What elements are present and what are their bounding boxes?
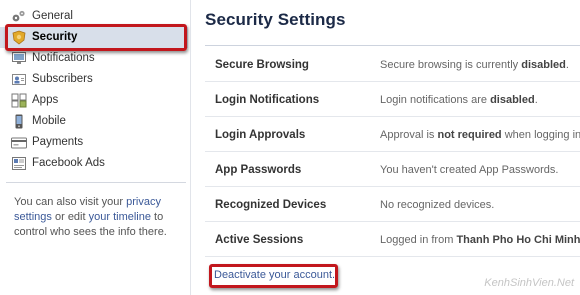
setting-name: App Passwords xyxy=(215,164,302,176)
settings-row-app-passwords[interactable]: App Passwords You haven't created App Pa… xyxy=(205,152,580,187)
settings-row-login-notifications[interactable]: Login Notifications Login notifications … xyxy=(205,82,580,117)
sidebar-item-label: General xyxy=(32,10,73,22)
sidebar-item-apps[interactable]: Apps xyxy=(0,90,188,111)
subscribers-icon xyxy=(11,72,27,87)
gears-icon xyxy=(11,9,27,24)
setting-name: Recognized Devices xyxy=(215,199,327,211)
watermark: KenhSinhVien.Net xyxy=(484,277,574,289)
row-divider xyxy=(205,256,580,257)
sidebar-item-label: Mobile xyxy=(32,115,66,127)
timeline-link[interactable]: your timeline xyxy=(89,211,151,223)
sidebar-item-label: Facebook Ads xyxy=(32,157,105,169)
sidebar-item-label: Apps xyxy=(32,94,59,106)
page-title: Security Settings xyxy=(205,10,346,29)
privacy-note-middle: or edit xyxy=(51,211,89,223)
setting-name: Active Sessions xyxy=(215,234,304,246)
sidebar-item-notifications[interactable]: Notifications xyxy=(0,48,188,69)
setting-name: Login Approvals xyxy=(215,129,306,141)
setting-value: Secure browsing is currently disabled. xyxy=(380,59,569,71)
apps-blocks-icon xyxy=(11,93,27,108)
setting-value: Logged in from Thanh Pho Ho Chi Minh xyxy=(380,234,580,246)
setting-name: Secure Browsing xyxy=(215,59,309,71)
sidebar-divider xyxy=(6,182,186,183)
privacy-note-prefix: You can also visit your xyxy=(14,196,127,208)
sidebar-item-general[interactable]: General xyxy=(0,6,188,27)
settings-row-recognized-devices[interactable]: Recognized Devices No recognized devices… xyxy=(205,187,580,222)
mobile-phone-icon xyxy=(11,114,27,129)
settings-row-login-approvals[interactable]: Login Approvals Approval is not required… xyxy=(205,117,580,152)
sidebar-item-label: Security xyxy=(32,31,78,43)
sidebar-item-label: Subscribers xyxy=(32,73,93,85)
deactivate-account-link[interactable]: Deactivate your account. xyxy=(214,269,335,281)
sidebar-item-mobile[interactable]: Mobile xyxy=(0,111,188,132)
settings-row-secure-browsing[interactable]: Secure Browsing Secure browsing is curre… xyxy=(205,47,580,82)
sidebar-item-security[interactable]: Security xyxy=(0,27,188,48)
shield-badge-icon xyxy=(11,30,27,45)
setting-name: Login Notifications xyxy=(215,94,320,106)
title-divider xyxy=(205,45,580,46)
notification-monitor-icon xyxy=(11,51,27,66)
sidebar-item-payments[interactable]: Payments xyxy=(0,132,188,153)
settings-row-active-sessions[interactable]: Active Sessions Logged in from Thanh Pho… xyxy=(205,222,580,257)
setting-value: No recognized devices. xyxy=(380,199,495,211)
setting-value: You haven't created App Passwords. xyxy=(380,164,559,176)
ads-icon xyxy=(11,156,27,171)
sidebar-item-label: Payments xyxy=(32,136,84,148)
sidebar-item-label: Notifications xyxy=(32,52,95,64)
settings-sidebar: General Security Notifications Subscribe… xyxy=(0,0,190,295)
setting-value: Approval is not required when logging in xyxy=(380,129,580,141)
setting-value: Login notifications are disabled. xyxy=(380,94,538,106)
sidebar-item-facebook-ads[interactable]: Facebook Ads xyxy=(0,153,188,174)
credit-card-icon xyxy=(11,135,27,150)
sidebar-border xyxy=(190,0,191,295)
sidebar-item-subscribers[interactable]: Subscribers xyxy=(0,69,188,90)
privacy-note: You can also visit your privacy settings… xyxy=(14,195,182,240)
